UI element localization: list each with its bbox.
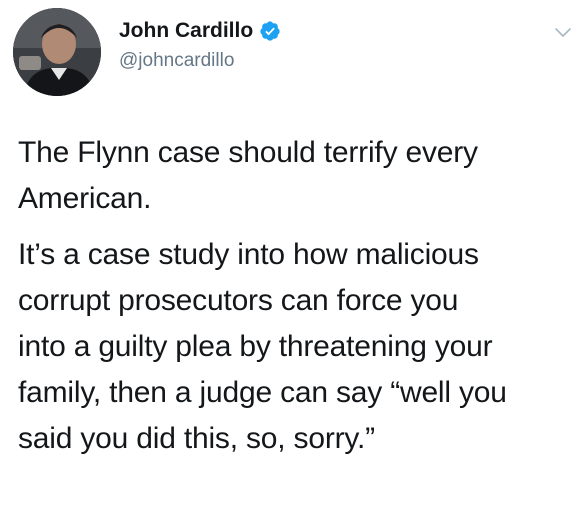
author-name-row: John Cardillo	[119, 18, 281, 44]
tweet-paragraph: The Flynn case should terrify every Amer…	[18, 136, 478, 215]
avatar[interactable]	[13, 8, 101, 96]
author-handle[interactable]: @johncardillo	[119, 49, 234, 73]
verified-badge-icon	[259, 20, 281, 42]
profile-photo	[13, 8, 101, 96]
chevron-down-icon[interactable]	[554, 24, 572, 42]
tweet-text: The Flynn case should terrify every Amer…	[18, 130, 574, 462]
tweet-paragraph: It’s a case study into how malicious cor…	[18, 238, 507, 455]
display-name[interactable]: John Cardillo	[119, 18, 253, 44]
tweet-card: John Cardillo @johncardillo The Flynn ca…	[0, 0, 583, 507]
